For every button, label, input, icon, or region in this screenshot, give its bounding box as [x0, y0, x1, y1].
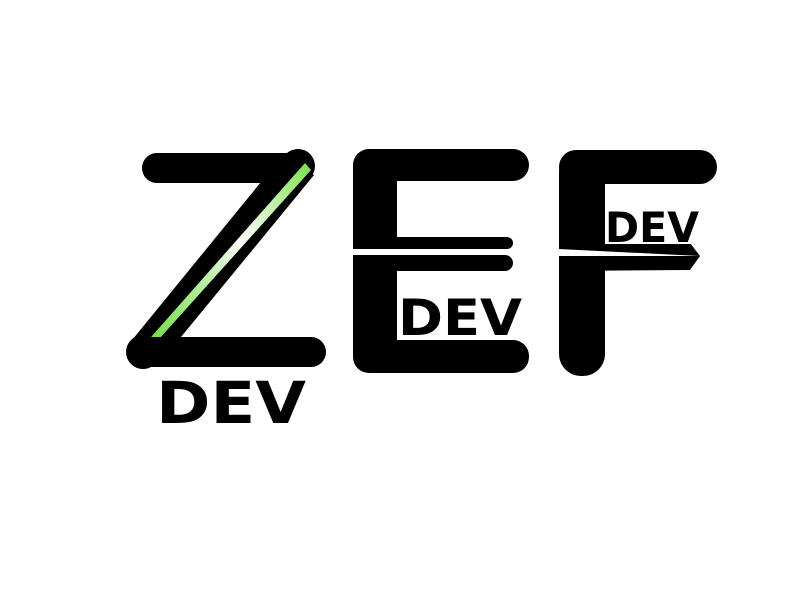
zef-dev-logo: DEV DEV DEV	[126, 149, 717, 437]
letter-f-top-arm	[559, 150, 717, 184]
letter-e-dev-label: DEV	[398, 289, 522, 347]
letter-f: DEV	[559, 150, 717, 376]
letter-z-dev-label: DEV	[156, 369, 306, 437]
letter-e-middle-arm-lower	[353, 255, 513, 271]
letter-z-green-highlight	[136, 163, 311, 358]
letter-f-dev-label: DEV	[605, 203, 699, 252]
letter-z: DEV	[126, 149, 326, 437]
letter-e-middle-arm-upper	[353, 237, 513, 249]
letter-z-bottom-bar	[132, 337, 326, 367]
letter-e-top-arm	[353, 149, 529, 181]
